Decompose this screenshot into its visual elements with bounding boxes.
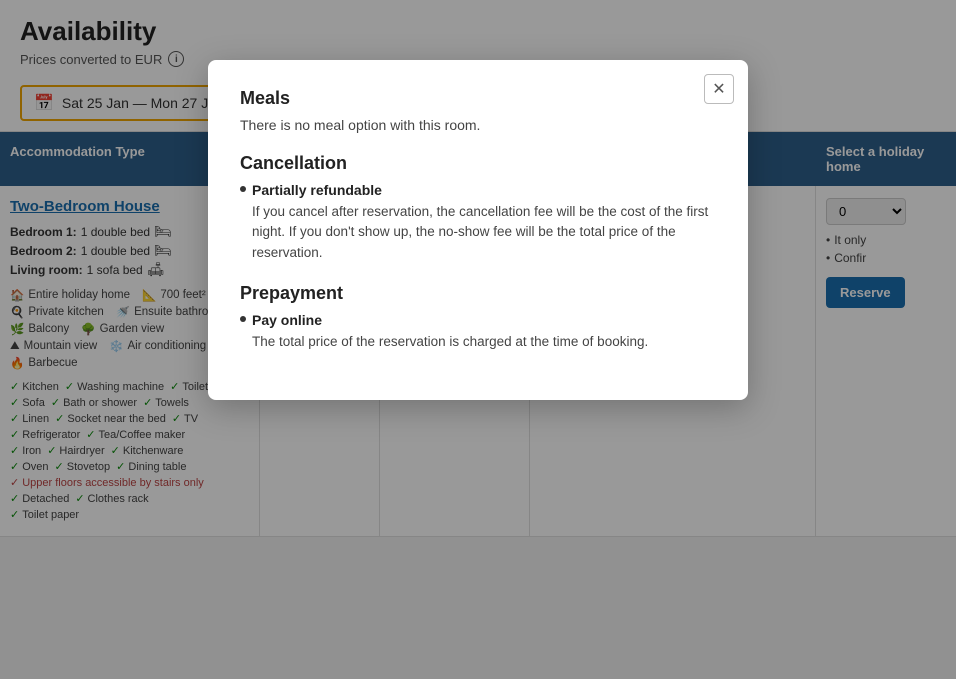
cancellation-bullet-title: Partially refundable (252, 182, 716, 198)
modal-overlay: ✕ Meals There is no meal option with thi… (0, 0, 956, 679)
modal-cancellation-title: Cancellation (240, 153, 716, 174)
prepayment-bullet-text: The total price of the reservation is ch… (252, 332, 648, 352)
cancellation-row: Partially refundable If you cancel after… (240, 182, 716, 263)
close-icon: ✕ (712, 79, 725, 99)
cancellation-content: Partially refundable If you cancel after… (252, 182, 716, 263)
prepayment-bullet-title: Pay online (252, 312, 648, 328)
cancellation-bullet-text: If you cancel after reservation, the can… (252, 202, 716, 263)
modal-cancellation-section: Cancellation Partially refundable If you… (240, 153, 716, 263)
modal-meals-section: Meals There is no meal option with this … (240, 88, 716, 133)
modal-prepayment-item: Pay online The total price of the reserv… (240, 312, 716, 352)
modal-prepayment-section: Prepayment Pay online The total price of… (240, 283, 716, 352)
prepayment-row: Pay online The total price of the reserv… (240, 312, 716, 352)
page-container: Availability Prices converted to EUR i 📅… (0, 0, 956, 679)
modal-meals-title: Meals (240, 88, 716, 109)
prepayment-content: Pay online The total price of the reserv… (252, 312, 648, 352)
modal-prepayment-title: Prepayment (240, 283, 716, 304)
modal-close-button[interactable]: ✕ (704, 74, 734, 104)
prepayment-dot (240, 316, 246, 322)
modal-cancellation-item: Partially refundable If you cancel after… (240, 182, 716, 263)
modal-dialog: ✕ Meals There is no meal option with thi… (208, 60, 748, 400)
cancellation-dot (240, 186, 246, 192)
modal-meals-text: There is no meal option with this room. (240, 117, 716, 133)
